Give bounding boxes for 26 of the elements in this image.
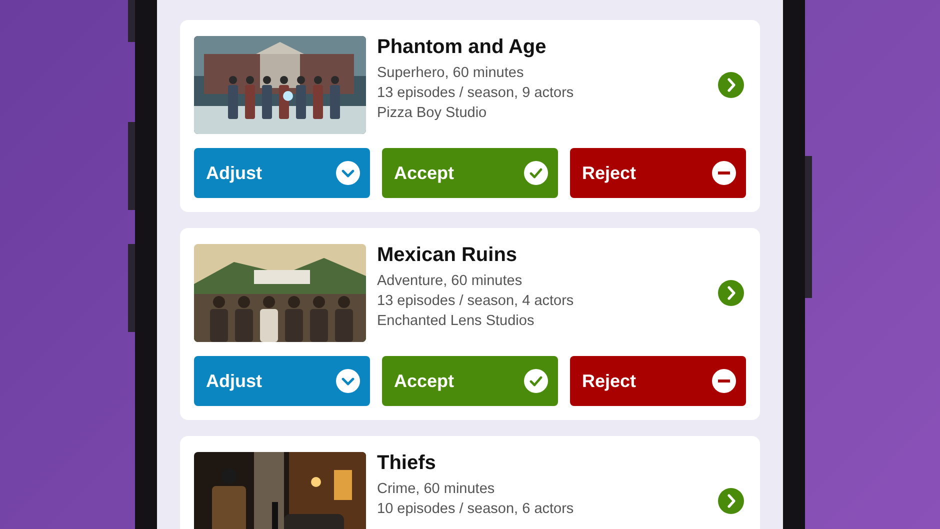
show-detail: Pizza Boy Studio	[377, 105, 488, 121]
accept-button[interactable]: Accept	[382, 148, 558, 198]
show-detail: Crime, 60 minutes	[377, 481, 496, 497]
chevron-right-icon[interactable]	[718, 488, 744, 514]
adjust-button[interactable]: Adjust	[194, 148, 370, 198]
chevron-down-icon	[336, 161, 360, 185]
show-title: Phantom and Age	[377, 36, 548, 59]
checkmark-icon	[524, 161, 548, 185]
minus-icon	[712, 369, 736, 393]
show-title: Thiefs	[377, 452, 437, 475]
chevron-right-icon[interactable]	[718, 72, 744, 98]
show-detail: 13 episodes / season, 9 actors	[377, 85, 575, 101]
reject-button[interactable]: Reject	[570, 356, 746, 406]
adjust-button[interactable]: Adjust	[194, 356, 370, 406]
show-detail: Superhero, 60 minutes	[377, 65, 525, 81]
chevron-right-icon[interactable]	[718, 280, 744, 306]
show-title: Mexican Ruins	[377, 244, 518, 267]
accept-button[interactable]: Accept	[382, 356, 558, 406]
show-detail: 10 episodes / season, 6 actors	[377, 501, 575, 517]
show-detail: Adventure, 60 minutes	[377, 273, 524, 289]
chevron-down-icon	[336, 369, 360, 393]
checkmark-icon	[524, 369, 548, 393]
show-detail: Enchanted Lens Studios	[377, 313, 536, 329]
show-detail: 13 episodes / season, 4 actors	[377, 293, 575, 309]
reject-button[interactable]: Reject	[570, 148, 746, 198]
minus-icon	[712, 161, 736, 185]
